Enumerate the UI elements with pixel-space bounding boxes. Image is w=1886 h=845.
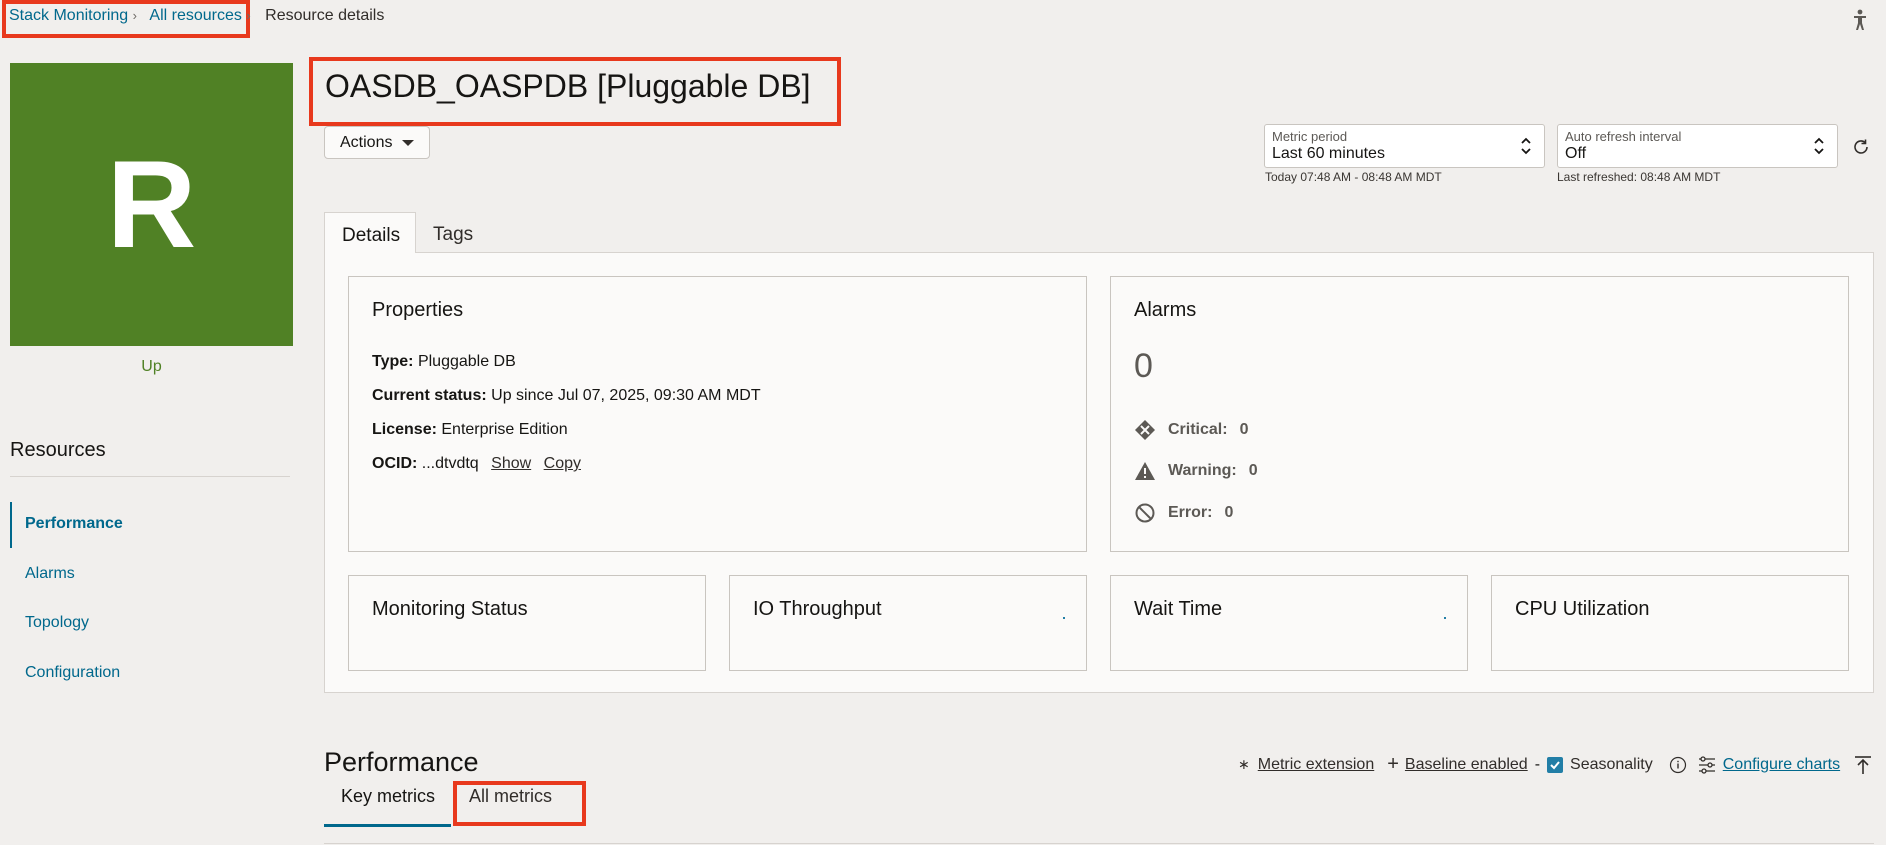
property-value: ...dtvdtq	[421, 455, 479, 472]
tab-all-metrics[interactable]: All metrics	[469, 786, 552, 807]
breadcrumb-separator: ›	[246, 8, 251, 23]
baseline-enabled-link[interactable]: Baseline enabled	[1405, 756, 1528, 774]
metric-period-value: Last 60 minutes	[1272, 145, 1385, 162]
up-down-icon	[1814, 137, 1824, 155]
sparkline-dot	[1444, 617, 1446, 619]
actions-label: Actions	[340, 133, 393, 151]
property-key: OCID:	[372, 455, 418, 472]
sidebar-item-performance[interactable]: Performance	[25, 515, 123, 533]
alarm-warning-label: Warning:	[1168, 462, 1237, 479]
performance-title: Performance	[324, 747, 479, 777]
card-title: Monitoring Status	[372, 598, 528, 620]
card-title: IO Throughput	[753, 598, 882, 620]
separator-dash: -	[1534, 755, 1541, 773]
alarm-error-label: Error:	[1168, 504, 1213, 521]
critical-icon	[1135, 420, 1155, 440]
auto-refresh-value: Off	[1565, 145, 1587, 162]
resource-status: Up	[141, 358, 162, 375]
property-current-status: Current status: Up since Jul 07, 2025, 0…	[372, 387, 761, 405]
breadcrumb-all-resources[interactable]: All resources	[149, 7, 241, 24]
avatar-letter: R	[106, 135, 197, 274]
info-icon[interactable]	[1669, 756, 1687, 774]
io-throughput-card[interactable]: IO Throughput	[729, 575, 1087, 671]
scroll-to-top-icon[interactable]	[1854, 755, 1872, 775]
tabs-bottom-border	[324, 843, 1874, 844]
divider	[10, 476, 290, 477]
monitoring-status-card[interactable]: Monitoring Status	[348, 575, 706, 671]
caret-down-icon	[402, 139, 415, 146]
ocid-copy-link[interactable]: Copy	[544, 455, 581, 472]
cpu-utilization-card[interactable]: CPU Utilization	[1491, 575, 1849, 671]
property-value: Pluggable DB	[417, 353, 516, 370]
performance-toolbar: ∗ Metric extension + Baseline enabled - …	[1238, 753, 1872, 776]
metric-period-note: Today 07:48 AM - 08:48 AM MDT	[1265, 170, 1442, 184]
property-type: Type: Pluggable DB	[372, 353, 516, 371]
ocid-show-link[interactable]: Show	[491, 455, 531, 472]
property-key: License:	[372, 421, 437, 438]
card-title: Wait Time	[1134, 598, 1223, 620]
actions-button[interactable]: Actions	[324, 126, 430, 159]
sidebar-item-topology[interactable]: Topology	[25, 614, 89, 632]
alarm-error-count: 0	[1224, 504, 1234, 521]
alarms-title: Alarms	[1134, 299, 1197, 321]
wait-time-card[interactable]: Wait Time	[1110, 575, 1468, 671]
property-license: License: Enterprise Edition	[372, 421, 568, 439]
card-title: CPU Utilization	[1515, 598, 1650, 620]
seasonality-checkbox[interactable]	[1547, 756, 1564, 773]
property-key: Current status:	[372, 387, 487, 404]
metric-period-label: Metric period	[1272, 129, 1348, 144]
refresh-icon[interactable]	[1851, 137, 1871, 157]
breadcrumb-stack-monitoring[interactable]: Stack Monitoring	[9, 7, 128, 24]
alarm-total: 0	[1134, 347, 1153, 385]
plus-icon: +	[1387, 753, 1399, 775]
breadcrumb: Stack Monitoring › All resources › Resou…	[9, 7, 384, 25]
alarm-critical-label: Critical:	[1168, 421, 1228, 438]
asterisk-icon: ∗	[1238, 756, 1250, 772]
auto-refresh-note: Last refreshed: 08:48 AM MDT	[1557, 170, 1721, 184]
alarm-critical-count: 0	[1239, 421, 1249, 438]
sidebar-item-alarms[interactable]: Alarms	[25, 565, 75, 583]
metric-extension-link[interactable]: Metric extension	[1258, 756, 1375, 774]
properties-card: Properties Type: Pluggable DB Current st…	[348, 276, 1087, 552]
auto-refresh-label: Auto refresh interval	[1565, 129, 1682, 144]
properties-title: Properties	[372, 299, 464, 321]
auto-refresh-select[interactable]: Auto refresh interval Off	[1557, 124, 1838, 168]
alarms-card: Alarms 0 Critical: 0 Warning: 0 Error: 0	[1110, 276, 1849, 552]
tab-tags[interactable]: Tags	[416, 212, 506, 253]
active-tab-underline	[324, 824, 451, 827]
up-down-icon	[1521, 137, 1531, 155]
seasonality-label: Seasonality	[1570, 755, 1653, 773]
property-value: Up since Jul 07, 2025, 09:30 AM MDT	[491, 387, 761, 404]
alarm-error: Error: 0	[1134, 502, 1233, 524]
page-title: OASDB_OASPDB [Pluggable DB]	[325, 68, 811, 104]
resource-avatar: R	[10, 63, 293, 346]
sidebar-item-configuration[interactable]: Configuration	[25, 664, 120, 682]
resources-heading: Resources	[10, 439, 106, 461]
configure-charts-link[interactable]: Configure charts	[1723, 756, 1840, 774]
breadcrumb-separator: ›	[132, 8, 137, 23]
property-value: Enterprise Edition	[441, 421, 568, 438]
sliders-icon[interactable]	[1697, 755, 1717, 775]
accessibility-icon[interactable]	[1852, 9, 1868, 31]
alarm-warning-count: 0	[1248, 462, 1258, 479]
alarm-warning: Warning: 0	[1134, 461, 1258, 481]
property-key: Type:	[372, 353, 414, 370]
warning-icon	[1135, 462, 1155, 480]
metric-period-select[interactable]: Metric period Last 60 minutes	[1264, 124, 1545, 168]
alarm-critical: Critical: 0	[1134, 419, 1248, 441]
error-icon	[1135, 503, 1155, 523]
active-indicator	[10, 502, 12, 548]
tab-key-metrics[interactable]: Key metrics	[341, 786, 435, 807]
property-ocid: OCID: ...dtvdtq Show Copy	[372, 455, 581, 473]
breadcrumb-current: Resource details	[265, 7, 385, 24]
sparkline-dot	[1063, 617, 1065, 619]
check-icon	[1550, 760, 1560, 769]
tab-details[interactable]: Details	[324, 212, 416, 253]
